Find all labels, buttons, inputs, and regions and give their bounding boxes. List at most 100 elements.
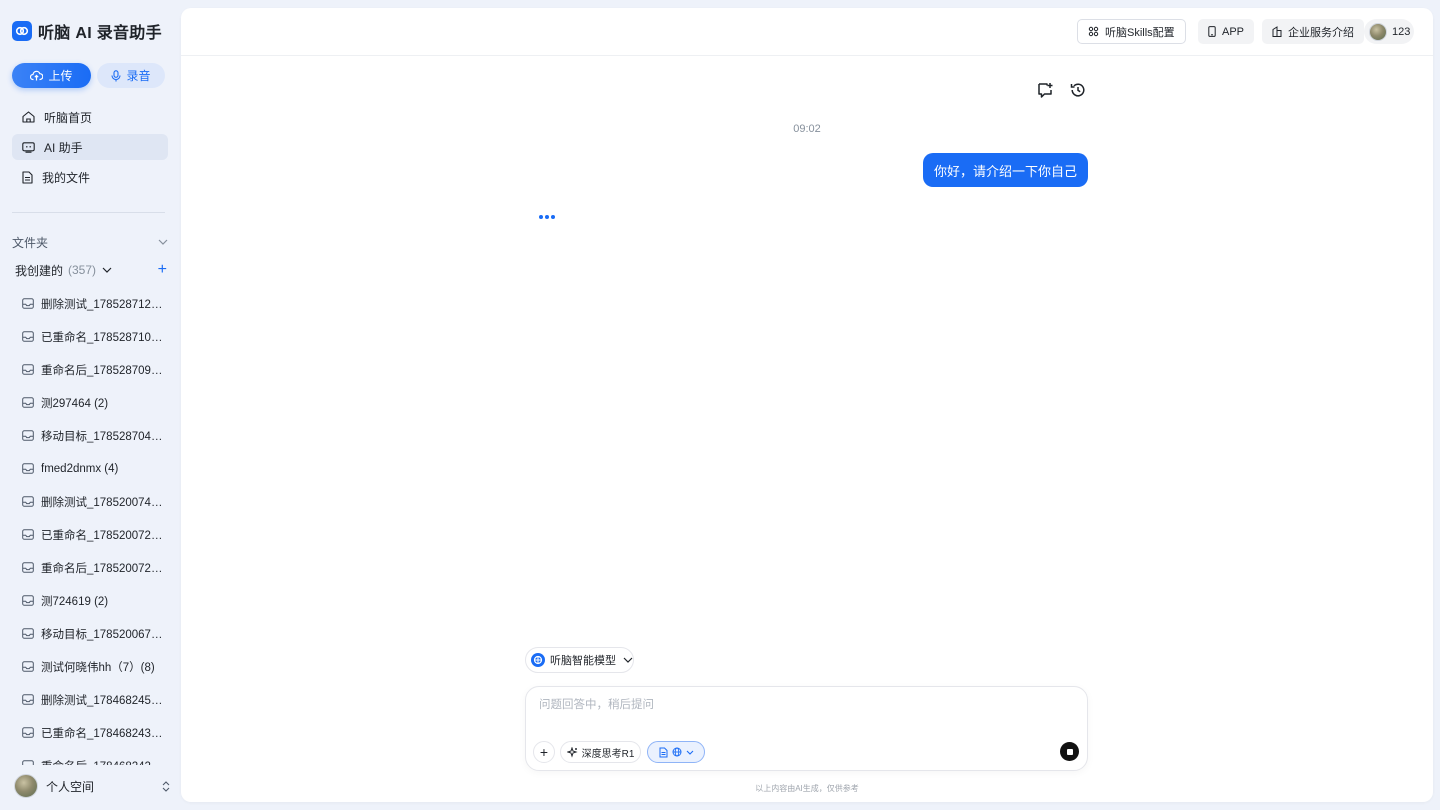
workspace-switcher[interactable]: 个人空间: [14, 772, 170, 800]
file-list-item[interactable]: 重命名后_1785287096 ...: [22, 353, 172, 386]
file-list-item[interactable]: 移动目标_1785287046 ...: [22, 419, 172, 452]
nav-label: AI 助手: [44, 140, 83, 155]
user-message-bubble: 你好，请介绍一下你自己: [922, 153, 1088, 187]
logo-icon: [12, 21, 32, 41]
file-list-item[interactable]: 测724619 (2): [22, 584, 172, 617]
file-list-item[interactable]: 删除测试_1784682455 ...: [22, 683, 172, 716]
file-icon: [22, 661, 34, 672]
file-icon: [22, 298, 34, 309]
model-label: 听脑智能模型: [550, 655, 616, 667]
avatar: [14, 774, 38, 798]
cloud-upload-icon: [30, 70, 44, 81]
model-selector[interactable]: 听脑智能模型: [525, 647, 634, 673]
stop-generation-button[interactable]: [1060, 742, 1079, 761]
new-chat-icon[interactable]: [1036, 81, 1054, 99]
upload-button[interactable]: 上传: [12, 63, 91, 88]
main-panel: 听脑Skills配置 APP 企业服务介绍 123 09:02 你好，请介绍一下…: [181, 8, 1433, 802]
ai-assistant-icon: [22, 141, 35, 153]
building-icon: [1272, 26, 1282, 37]
file-name: 删除测试_1784682455 ...: [41, 694, 163, 707]
file-name: 删除测试_1785287120 ...: [41, 298, 163, 311]
file-name: 已重命名_1785287107 (...: [41, 331, 163, 344]
file-list-item[interactable]: fmed2dnmx (4): [22, 452, 172, 485]
file-icon: [22, 529, 34, 540]
chevron-down-icon[interactable]: [102, 267, 112, 273]
app-title: 听脑 AI 录音助手: [38, 25, 162, 42]
sparkle-icon: [566, 746, 578, 758]
file-name: 移动目标_1785287046 ...: [41, 430, 163, 443]
chat-input-box: + 深度思考R1: [525, 686, 1088, 771]
user-menu[interactable]: 123: [1364, 19, 1414, 44]
skills-icon: [1088, 26, 1099, 37]
skills-config-label: 听脑Skills配置: [1105, 26, 1175, 39]
file-icon: [22, 694, 34, 705]
file-list-item[interactable]: 移动目标_1785200673 ...: [22, 617, 172, 650]
file-icon: [22, 727, 34, 738]
tools-selector[interactable]: [647, 741, 705, 763]
ai-disclaimer: 以上内容由AI生成，仅供参考: [755, 784, 859, 793]
file-list-item[interactable]: 测297464 (2): [22, 386, 172, 419]
plus-icon: +: [539, 744, 549, 760]
file-list-item[interactable]: 测试何晓伟hh（7）(8): [22, 650, 172, 683]
history-icon[interactable]: [1069, 81, 1087, 99]
file-name: 删除测试_1785200743 ...: [41, 496, 163, 509]
microphone-icon: [111, 69, 122, 81]
app-logo[interactable]: 听脑 AI 录音助手: [12, 19, 162, 43]
chat-input[interactable]: [539, 696, 1069, 726]
globe-icon: [672, 747, 681, 757]
file-list-item[interactable]: 已重命名_1785200729 ...: [22, 518, 172, 551]
file-list-item[interactable]: 已重命名_1785287107 (...: [22, 320, 172, 353]
file-icon: [22, 397, 34, 408]
deep-think-button[interactable]: 深度思考R1: [560, 741, 641, 763]
my-created-folder[interactable]: 我创建的 (357) +: [15, 262, 167, 278]
file-icon: [22, 760, 34, 765]
folders-header[interactable]: 文件夹: [12, 233, 168, 251]
file-list-item[interactable]: 删除测试_1785200743 ...: [22, 485, 172, 518]
sidebar-divider: [12, 212, 165, 213]
upload-label: 上传: [48, 69, 73, 83]
chevron-down-icon: [686, 750, 693, 755]
file-name: 重命名后_1785287096 ...: [41, 364, 163, 377]
phone-icon: [1208, 26, 1216, 37]
app-download-button[interactable]: APP: [1198, 19, 1255, 44]
folders-label: 文件夹: [12, 235, 49, 250]
file-icon: [22, 496, 34, 507]
model-logo-icon: [531, 653, 545, 667]
avatar: [1369, 22, 1387, 41]
my-created-count: (357): [68, 263, 97, 277]
deep-think-label: 深度思考R1: [581, 748, 635, 760]
file-name: 重命名后_1784682426 ...: [41, 758, 163, 766]
file-icon: [22, 364, 34, 375]
file-list-item[interactable]: 重命名后_1784682426 ...: [22, 749, 172, 765]
skills-config-button[interactable]: 听脑Skills配置: [1077, 19, 1186, 44]
file-name: 测297464 (2): [41, 397, 109, 410]
file-name: 移动目标_1785200673 ...: [41, 628, 163, 641]
record-button[interactable]: 录音: [97, 63, 165, 88]
document-icon: [22, 170, 33, 184]
nav-item-home[interactable]: 听脑首页: [12, 104, 168, 130]
file-icon: [22, 595, 34, 606]
file-icon: [22, 463, 34, 474]
home-icon: [22, 111, 35, 123]
chevron-down-icon[interactable]: [158, 239, 168, 245]
nav-item-my-files[interactable]: 我的文件: [12, 164, 168, 190]
file-icon: [22, 628, 34, 639]
record-label: 录音: [126, 69, 151, 83]
enterprise-label: 企业服务介绍: [1288, 26, 1354, 39]
typing-indicator: [539, 215, 555, 219]
chevron-updown-icon: [162, 780, 170, 792]
add-folder-button[interactable]: +: [158, 262, 167, 278]
file-name: 测724619 (2): [41, 595, 109, 608]
file-list-item[interactable]: 重命名后_1785200720 ...: [22, 551, 172, 584]
my-created-label: 我创建的: [15, 263, 64, 278]
enterprise-service-button[interactable]: 企业服务介绍: [1262, 19, 1364, 44]
document-icon: [659, 747, 667, 757]
file-list-item[interactable]: 已重命名_1784682438 ...: [22, 716, 172, 749]
stop-icon: [1066, 748, 1073, 755]
attach-button[interactable]: +: [533, 741, 555, 763]
nav-item-ai-assistant[interactable]: AI 助手: [12, 134, 168, 160]
user-name: 123: [1392, 25, 1411, 38]
message-timestamp: 09:02: [793, 123, 821, 135]
file-list-item[interactable]: 删除测试_1785287120 ...: [22, 287, 172, 320]
nav-label: 我的文件: [42, 170, 91, 185]
